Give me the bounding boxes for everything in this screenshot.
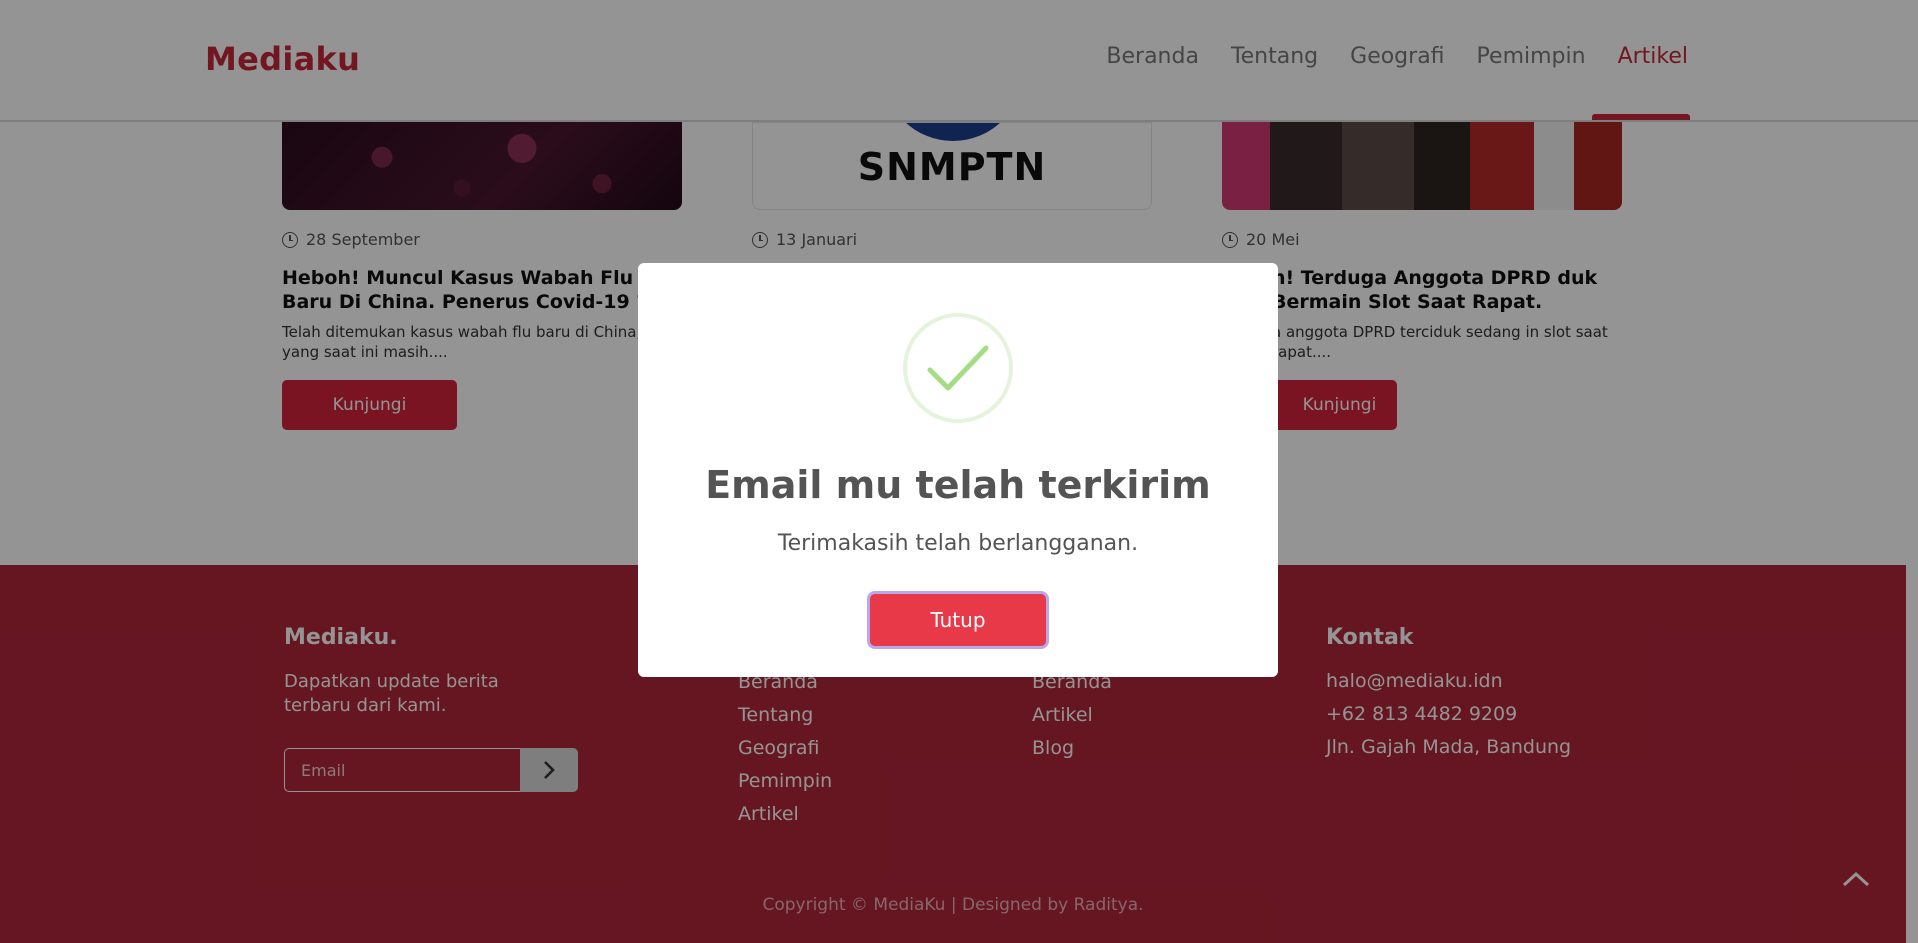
- success-check-icon: [903, 313, 1013, 423]
- modal-message: Terimakasih telah berlangganan.: [777, 531, 1139, 556]
- modal-title: Email mu telah terkirim: [705, 463, 1211, 507]
- close-modal-button[interactable]: Tutup: [870, 594, 1046, 646]
- checkmark-icon: [927, 345, 989, 391]
- success-modal: Email mu telah terkirim Terimakasih tela…: [638, 263, 1278, 677]
